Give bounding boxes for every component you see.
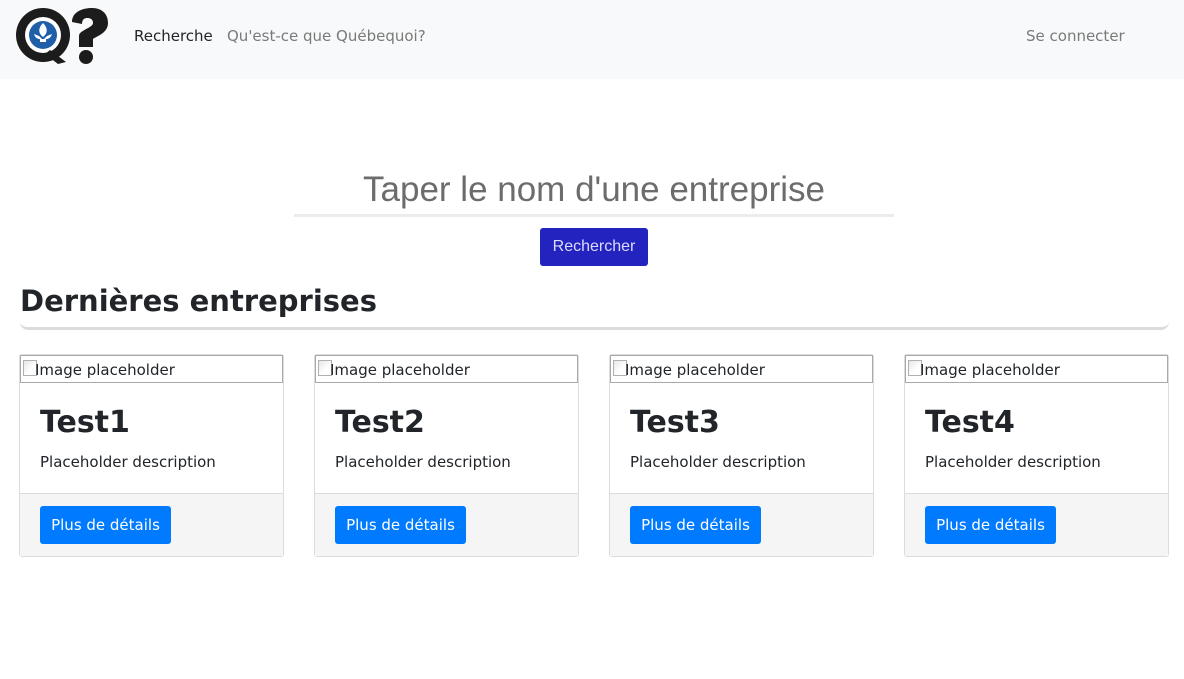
nav-link-recherche[interactable]: Recherche [134, 27, 213, 45]
card-footer: Plus de détails [315, 493, 578, 556]
nav-link-about[interactable]: Qu'est-ce que Québequoi? [227, 27, 426, 45]
details-button[interactable]: Plus de détails [630, 506, 761, 544]
company-card: Image placeholder Test1 Placeholder desc… [19, 354, 284, 557]
company-card: Image placeholder Test3 Placeholder desc… [609, 354, 874, 557]
card-image-placeholder: Image placeholder [610, 355, 873, 383]
card-image-placeholder: Image placeholder [20, 355, 283, 383]
image-alt-text: Image placeholder [920, 361, 1060, 379]
image-alt-text: Image placeholder [330, 361, 470, 379]
section-title: Dernières entreprises [20, 284, 377, 318]
logo-link[interactable] [14, 6, 108, 64]
navbar: Recherche Qu'est-ce que Québequoi? Se co… [0, 0, 1184, 79]
login-link[interactable]: Se connecter [1026, 27, 1125, 45]
card-description: Placeholder description [925, 453, 1101, 471]
company-card: Image placeholder Test4 Placeholder desc… [904, 354, 1169, 557]
image-alt-text: Image placeholder [35, 361, 175, 379]
image-alt-text: Image placeholder [625, 361, 765, 379]
search-button[interactable]: Rechercher [540, 228, 648, 266]
card-title: Test4 [925, 405, 1015, 440]
details-button[interactable]: Plus de détails [40, 506, 171, 544]
company-search-input[interactable] [294, 166, 894, 217]
details-button[interactable]: Plus de détails [335, 506, 466, 544]
card-description: Placeholder description [40, 453, 216, 471]
card-footer: Plus de détails [905, 493, 1168, 556]
card-title: Test2 [335, 405, 425, 440]
card-footer: Plus de détails [20, 493, 283, 556]
card-footer: Plus de détails [610, 493, 873, 556]
card-title: Test3 [630, 405, 720, 440]
section-divider [20, 322, 1169, 330]
card-image-placeholder: Image placeholder [315, 355, 578, 383]
card-image-placeholder: Image placeholder [905, 355, 1168, 383]
card-title: Test1 [40, 405, 130, 440]
details-button[interactable]: Plus de détails [925, 506, 1056, 544]
card-description: Placeholder description [335, 453, 511, 471]
card-description: Placeholder description [630, 453, 806, 471]
quebequoi-logo-icon [16, 8, 108, 64]
company-card: Image placeholder Test2 Placeholder desc… [314, 354, 579, 557]
